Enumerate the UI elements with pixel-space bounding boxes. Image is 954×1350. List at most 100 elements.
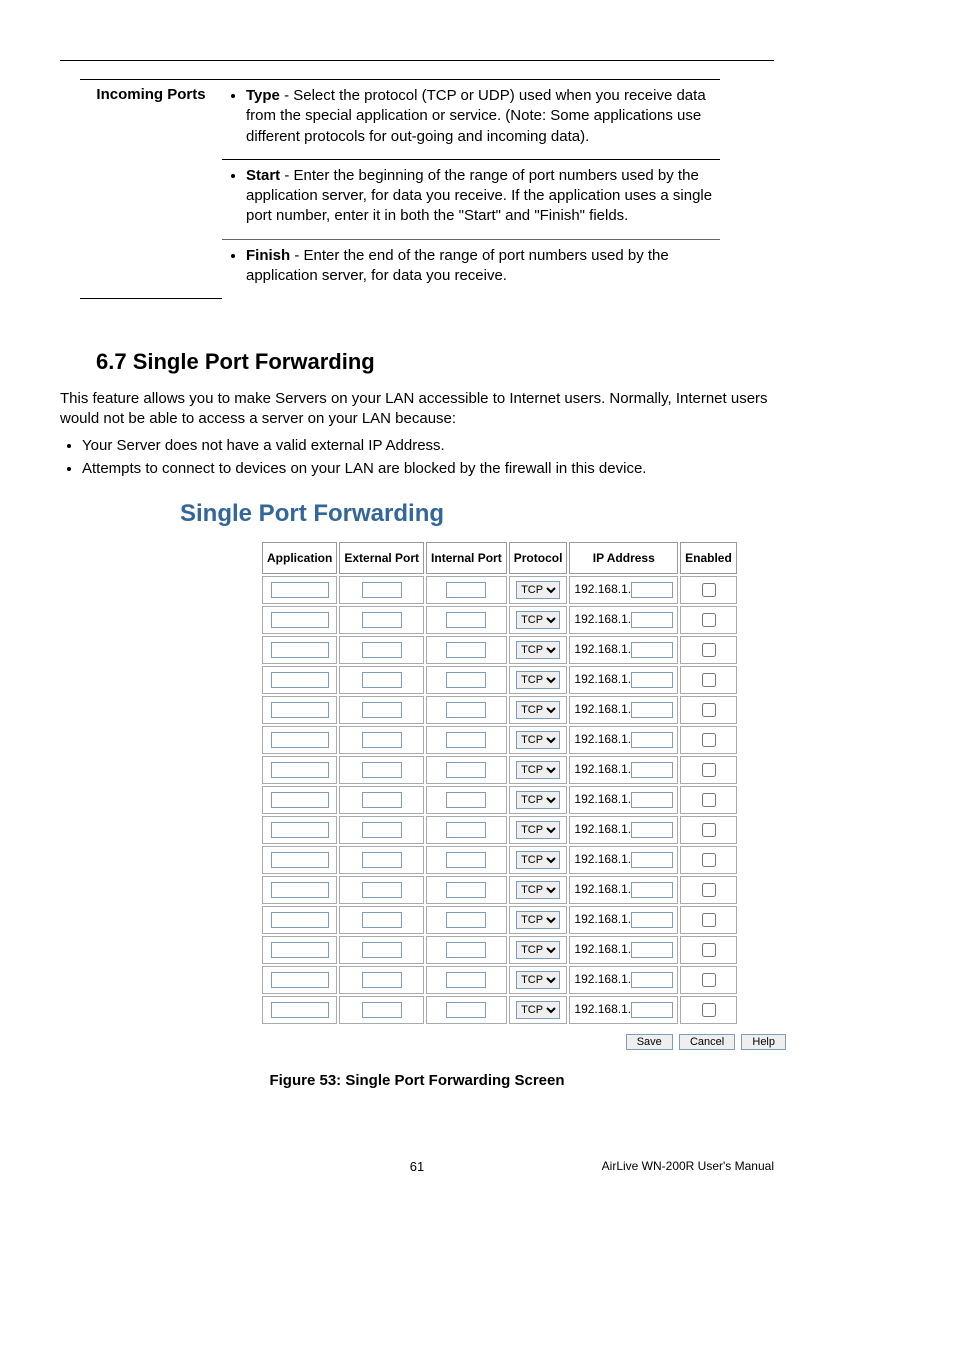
enabled-checkbox[interactable] [702,793,716,807]
internal-port-input[interactable] [446,1002,486,1018]
internal-port-input[interactable] [446,762,486,778]
internal-port-input[interactable] [446,792,486,808]
protocol-select[interactable]: TCP [516,911,560,929]
ip-suffix-input[interactable] [631,792,673,808]
protocol-select[interactable]: TCP [516,881,560,899]
external-port-input[interactable] [362,672,402,688]
application-input[interactable] [271,612,329,628]
help-button[interactable]: Help [741,1034,786,1050]
internal-port-input[interactable] [446,582,486,598]
enabled-checkbox[interactable] [702,583,716,597]
ip-suffix-input[interactable] [631,732,673,748]
application-input[interactable] [271,792,329,808]
enabled-checkbox[interactable] [702,823,716,837]
application-input[interactable] [271,882,329,898]
ip-suffix-input[interactable] [631,642,673,658]
th-internal-port: Internal Port [426,542,507,574]
cancel-button[interactable]: Cancel [679,1034,735,1050]
ip-suffix-input[interactable] [631,972,673,988]
enabled-checkbox[interactable] [702,973,716,987]
external-port-input[interactable] [362,1002,402,1018]
application-input[interactable] [271,672,329,688]
ip-suffix-input[interactable] [631,882,673,898]
internal-port-input[interactable] [446,912,486,928]
save-button[interactable]: Save [626,1034,673,1050]
ip-suffix-input[interactable] [631,822,673,838]
protocol-select[interactable]: TCP [516,641,560,659]
protocol-select[interactable]: TCP [516,971,560,989]
ip-suffix-input[interactable] [631,912,673,928]
protocol-select[interactable]: TCP [516,761,560,779]
enabled-checkbox[interactable] [702,943,716,957]
ip-suffix-input[interactable] [631,1002,673,1018]
application-input[interactable] [271,702,329,718]
protocol-select[interactable]: TCP [516,941,560,959]
external-port-input[interactable] [362,822,402,838]
external-port-input[interactable] [362,792,402,808]
internal-port-input[interactable] [446,672,486,688]
protocol-select[interactable]: TCP [516,791,560,809]
external-port-input[interactable] [362,912,402,928]
internal-port-input[interactable] [446,732,486,748]
internal-port-input[interactable] [446,852,486,868]
external-port-input[interactable] [362,612,402,628]
protocol-select[interactable]: TCP [516,701,560,719]
application-input[interactable] [271,822,329,838]
enabled-checkbox[interactable] [702,913,716,927]
application-input[interactable] [271,642,329,658]
internal-port-input[interactable] [446,822,486,838]
table-row: TCP192.168.1. [262,906,737,934]
protocol-select[interactable]: TCP [516,581,560,599]
enabled-checkbox[interactable] [702,613,716,627]
ip-suffix-input[interactable] [631,852,673,868]
application-input[interactable] [271,582,329,598]
enabled-checkbox[interactable] [702,853,716,867]
application-input[interactable] [271,732,329,748]
application-input[interactable] [271,942,329,958]
ip-suffix-input[interactable] [631,942,673,958]
internal-port-input[interactable] [446,942,486,958]
protocol-select[interactable]: TCP [516,821,560,839]
table-row: TCP192.168.1. [262,876,737,904]
ip-suffix-input[interactable] [631,612,673,628]
protocol-select[interactable]: TCP [516,851,560,869]
external-port-input[interactable] [362,882,402,898]
table-row: TCP192.168.1. [262,786,737,814]
enabled-checkbox[interactable] [702,673,716,687]
application-input[interactable] [271,852,329,868]
external-port-input[interactable] [362,732,402,748]
internal-port-input[interactable] [446,702,486,718]
application-input[interactable] [271,912,329,928]
protocol-select[interactable]: TCP [516,1001,560,1019]
external-port-input[interactable] [362,762,402,778]
ip-suffix-input[interactable] [631,582,673,598]
protocol-select[interactable]: TCP [516,611,560,629]
internal-port-input[interactable] [446,882,486,898]
external-port-input[interactable] [362,702,402,718]
application-input[interactable] [271,762,329,778]
application-input[interactable] [271,1002,329,1018]
def-label: Incoming Ports [80,80,222,299]
protocol-select[interactable]: TCP [516,671,560,689]
external-port-input[interactable] [362,852,402,868]
ip-suffix-input[interactable] [631,762,673,778]
th-protocol: Protocol [509,542,568,574]
internal-port-input[interactable] [446,642,486,658]
ip-suffix-input[interactable] [631,672,673,688]
enabled-checkbox[interactable] [702,733,716,747]
enabled-checkbox[interactable] [702,703,716,717]
external-port-input[interactable] [362,972,402,988]
internal-port-input[interactable] [446,972,486,988]
enabled-checkbox[interactable] [702,763,716,777]
enabled-checkbox[interactable] [702,883,716,897]
external-port-input[interactable] [362,642,402,658]
internal-port-input[interactable] [446,612,486,628]
enabled-checkbox[interactable] [702,1003,716,1017]
application-input[interactable] [271,972,329,988]
enabled-checkbox[interactable] [702,643,716,657]
external-port-input[interactable] [362,582,402,598]
protocol-select[interactable]: TCP [516,731,560,749]
external-port-input[interactable] [362,942,402,958]
th-enabled: Enabled [680,542,737,574]
ip-suffix-input[interactable] [631,702,673,718]
